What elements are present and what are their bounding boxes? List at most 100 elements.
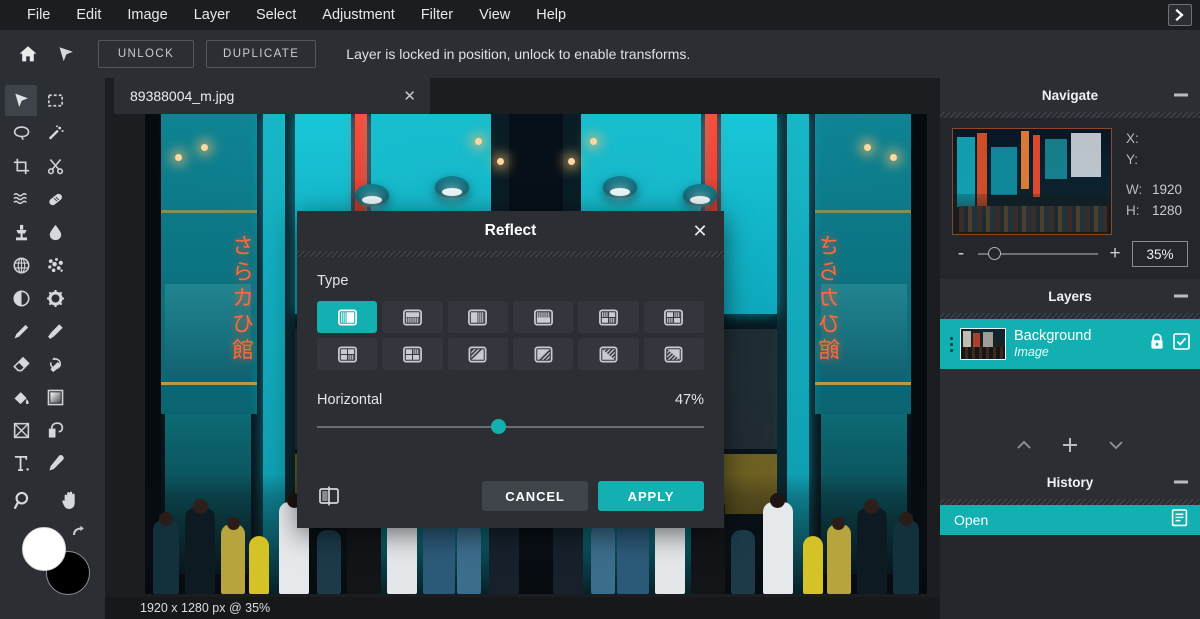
reflect-diagonal-bl[interactable] <box>578 338 638 370</box>
menu-item-view[interactable]: View <box>466 0 523 30</box>
dialog-footer: CANCEL APPLY <box>297 464 724 528</box>
document-tab[interactable]: 89388004_m.jpg ✕ <box>114 78 430 114</box>
reflect-vertical-split-right[interactable] <box>448 301 508 333</box>
move-tool[interactable] <box>5 85 37 116</box>
home-icon[interactable] <box>10 36 46 72</box>
apply-button[interactable]: APPLY <box>598 481 704 511</box>
reflect-quad-tr-bl[interactable] <box>644 301 704 333</box>
horizontal-slider[interactable] <box>317 426 704 428</box>
healing-patch-tool[interactable] <box>39 184 71 215</box>
menu-item-select[interactable]: Select <box>243 0 309 30</box>
scissors-cut-tool[interactable] <box>39 151 71 182</box>
nav-field-x: X: <box>1126 128 1188 149</box>
reflect-preview-icon[interactable] <box>317 483 347 509</box>
lock-icon[interactable] <box>1149 333 1165 355</box>
menu-item-edit[interactable]: Edit <box>63 0 114 30</box>
tab-strip: 89388004_m.jpg ✕ <box>105 78 940 114</box>
text-tool[interactable] <box>5 448 37 479</box>
liquify-tool[interactable] <box>5 184 37 215</box>
crop-tool[interactable] <box>5 151 37 182</box>
options-bar: UNLOCK DUPLICATE Layer is locked in posi… <box>0 30 1200 78</box>
swap-colors-icon[interactable] <box>70 523 88 541</box>
menu-item-help[interactable]: Help <box>523 0 579 30</box>
minimize-icon[interactable] <box>1174 94 1188 97</box>
zoom-slider-handle[interactable] <box>988 247 1001 260</box>
menu-item-adjustment[interactable]: Adjustment <box>309 0 408 30</box>
tool-palette <box>0 78 105 619</box>
bend-warp-tool[interactable] <box>39 415 71 446</box>
chevron-down-icon[interactable] <box>1107 438 1125 457</box>
zoom-in-button[interactable]: + <box>1106 243 1124 265</box>
close-icon[interactable]: ✕ <box>690 221 710 241</box>
zoom-slider[interactable] <box>978 253 1098 255</box>
nav-h-value: 1280 <box>1152 200 1182 221</box>
foreground-color-swatch[interactable] <box>22 527 66 571</box>
zoom-control: - + 35% <box>940 241 1200 279</box>
sphere-grid-tool[interactable] <box>5 250 37 281</box>
history-panel-header: History <box>940 465 1200 499</box>
reflect-horizontal-split-top[interactable] <box>382 301 442 333</box>
nav-h-key: H: <box>1126 200 1152 221</box>
eraser-tool[interactable] <box>5 349 37 380</box>
unlock-button[interactable]: UNLOCK <box>98 40 194 68</box>
zoom-tool[interactable] <box>13 485 35 516</box>
navigator-fields: X: Y: W: 1920 H: 1280 <box>1112 128 1188 235</box>
horizontal-slider-block: Horizontal 47% <box>317 392 704 428</box>
menu-item-file[interactable]: File <box>14 0 63 30</box>
nav-w-key: W: <box>1126 179 1152 200</box>
reflect-vertical-split-left[interactable] <box>317 301 377 333</box>
menu-item-filter[interactable]: Filter <box>408 0 466 30</box>
eyedropper-tool[interactable] <box>39 448 71 479</box>
drag-handle-icon[interactable] <box>946 337 956 352</box>
duplicate-button[interactable]: DUPLICATE <box>206 40 316 68</box>
smudge-brush-tool[interactable] <box>39 349 71 380</box>
chevron-up-icon[interactable] <box>1015 438 1033 457</box>
lasso-select-tool[interactable] <box>5 118 37 149</box>
layer-name: Background <box>1014 328 1149 345</box>
reflect-quad-tl-br[interactable] <box>578 301 638 333</box>
reflect-diagonal-tl[interactable] <box>448 338 508 370</box>
paint-bucket-tool[interactable] <box>5 382 37 413</box>
layer-row[interactable]: Background Image <box>940 319 1200 369</box>
plus-icon[interactable] <box>1061 436 1079 459</box>
zoom-value-field[interactable]: 35% <box>1132 241 1188 267</box>
reflect-type-grid <box>317 301 704 370</box>
rectangle-select-tool[interactable] <box>39 85 71 116</box>
history-empty-area <box>940 535 1200 617</box>
horizontal-slider-handle[interactable] <box>491 419 506 434</box>
move-tool-icon[interactable] <box>48 36 84 72</box>
minimize-icon[interactable] <box>1174 295 1188 298</box>
history-panel-title: History <box>1047 475 1094 490</box>
magic-wand-tool[interactable] <box>39 118 71 149</box>
navigator-thumbnail[interactable] <box>952 128 1112 235</box>
nav-w-value: 1920 <box>1152 179 1182 200</box>
reflect-horizontal-split-bottom[interactable] <box>513 301 573 333</box>
bokeh-dots-tool[interactable] <box>39 250 71 281</box>
menu-item-image[interactable]: Image <box>114 0 180 30</box>
blur-drop-tool[interactable] <box>39 217 71 248</box>
hand-tool[interactable] <box>60 485 82 516</box>
chevron-right-icon[interactable] <box>1168 4 1192 26</box>
minimize-icon[interactable] <box>1174 481 1188 484</box>
sharpen-gear-tool[interactable] <box>39 283 71 314</box>
reflect-quad-br-tl[interactable] <box>382 338 442 370</box>
reflect-diagonal-tr[interactable] <box>513 338 573 370</box>
reflect-quad-bl-tr[interactable] <box>317 338 377 370</box>
cancel-button[interactable]: CANCEL <box>482 481 588 511</box>
reflect-diagonal-br[interactable] <box>644 338 704 370</box>
slider-label: Horizontal <box>317 392 382 408</box>
shape-tool[interactable] <box>5 415 37 446</box>
zoom-out-button[interactable]: - <box>952 243 970 265</box>
paintbrush-tool[interactable] <box>39 316 71 347</box>
menu-item-layer[interactable]: Layer <box>181 0 243 30</box>
pen-tool[interactable] <box>5 316 37 347</box>
history-item-label: Open <box>954 512 1171 528</box>
close-icon[interactable]: ✕ <box>399 87 420 105</box>
checkbox-checked-icon[interactable] <box>1173 333 1190 355</box>
clone-stamp-tool[interactable] <box>5 217 37 248</box>
dodge-burn-tool[interactable] <box>5 283 37 314</box>
gradient-tool[interactable] <box>39 382 71 413</box>
nav-field-y: Y: <box>1126 149 1188 170</box>
document-icon[interactable] <box>1171 508 1188 532</box>
history-item[interactable]: Open <box>940 505 1200 535</box>
